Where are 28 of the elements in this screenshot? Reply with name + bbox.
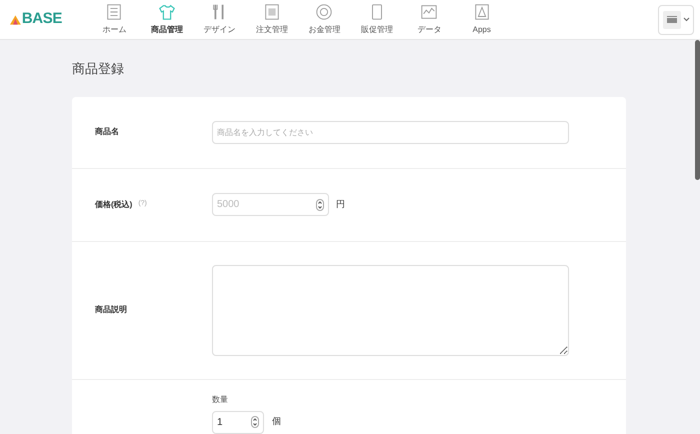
nav-tab[interactable]: データ bbox=[403, 0, 456, 40]
stock-label: 数量 bbox=[212, 394, 229, 406]
product-name-field[interactable]: 商品名を入力してください bbox=[212, 120, 569, 144]
field-label: 価格(税込) bbox=[95, 198, 132, 210]
nav-tab[interactable]: 注文管理 bbox=[246, 0, 298, 40]
nav-tab[interactable]: デザイン bbox=[193, 0, 246, 40]
description-field[interactable] bbox=[212, 264, 569, 356]
tent-icon bbox=[10, 14, 21, 26]
coin-icon bbox=[315, 3, 334, 21]
nav-tab[interactable]: お金管理 bbox=[298, 0, 350, 40]
shop-menu-button[interactable] bbox=[658, 4, 694, 34]
spinner-icon[interactable] bbox=[316, 198, 324, 210]
nav-tab[interactable]: 販促管理 bbox=[350, 0, 403, 40]
field-label: 商品説明 bbox=[94, 304, 128, 316]
unit-label: 円 bbox=[336, 198, 345, 211]
nav-tab[interactable]: Apps bbox=[456, 0, 508, 40]
field-label: 商品名 bbox=[94, 126, 120, 138]
chevron-down-icon bbox=[682, 17, 690, 22]
nav-tab[interactable]: ホーム bbox=[88, 0, 140, 40]
unit-label: 個 bbox=[272, 415, 281, 428]
scrollbar[interactable] bbox=[695, 40, 700, 180]
page-title: 商品登録 bbox=[72, 60, 125, 78]
nav-tab[interactable]: 商品管理 bbox=[140, 0, 193, 40]
quantity-field[interactable]: 1 bbox=[212, 410, 264, 434]
list-icon bbox=[105, 3, 124, 21]
spinner-icon[interactable] bbox=[251, 416, 259, 428]
chart-icon bbox=[420, 3, 438, 21]
shirt-icon bbox=[158, 3, 176, 21]
